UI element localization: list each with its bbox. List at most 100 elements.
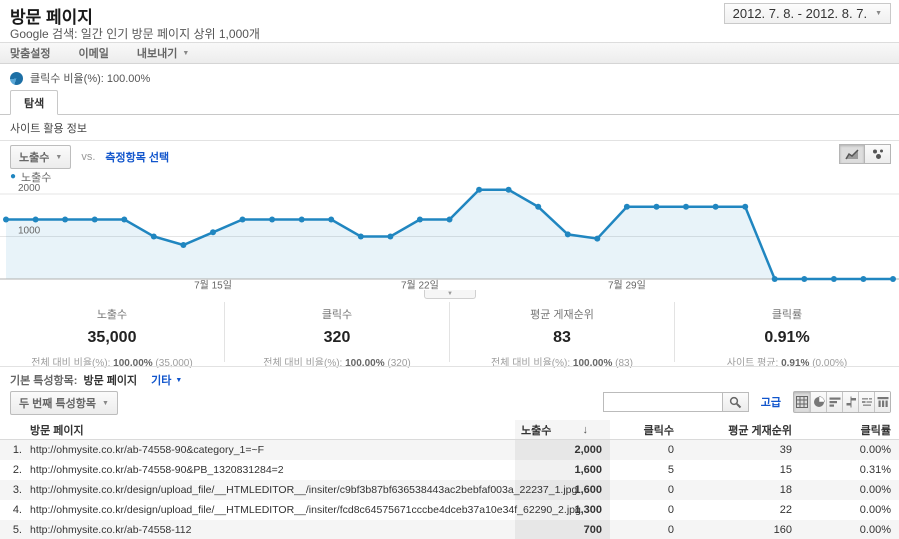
table-row: 5. http://ohmysite.co.kr/ab-74558-112 70… — [0, 520, 899, 539]
report-subtitle: Google 검색: 일간 인기 방문 페이지 상위 1,000개 — [10, 25, 260, 42]
primary-dimension-value[interactable]: 방문 페이지 — [83, 372, 137, 388]
tab-explorer[interactable]: 탐색 — [10, 90, 58, 115]
table-row: 3. http://ohmysite.co.kr/design/upload_f… — [0, 480, 899, 500]
table-view-icon — [796, 396, 808, 408]
ctr-value: 0.00% — [800, 440, 899, 460]
clicks-value: 0 — [610, 440, 682, 460]
row-index: 5. — [0, 520, 30, 539]
chart-collapse-handle[interactable]: ▼ — [424, 290, 476, 299]
column-header-page[interactable]: 방문 페이지 — [0, 420, 515, 439]
ctr-value: 0.00% — [800, 480, 899, 500]
view-toggle-group — [793, 391, 891, 413]
stat-clicks: 클릭수 320 전체 대비 비율(%): 100.00% (320) — [224, 302, 449, 362]
column-header-clicks[interactable]: 클릭수 — [610, 420, 682, 439]
page-url-link[interactable]: http://ohmysite.co.kr/design/upload_file… — [30, 504, 581, 516]
table-body: 1. http://ohmysite.co.kr/ab-74558-90&cat… — [0, 440, 899, 539]
clicks-ratio-pie-icon — [10, 72, 23, 85]
chevron-down-icon: ▼ — [875, 10, 882, 17]
search-icon — [729, 396, 742, 409]
table-search-input[interactable] — [603, 392, 723, 412]
ctr-value: 0.31% — [800, 460, 899, 480]
avg-position-value: 15 — [682, 460, 800, 480]
avg-position-value: 160 — [682, 520, 800, 539]
percentage-view-button[interactable] — [810, 392, 826, 412]
customize-button[interactable]: 맞춤설정 — [10, 45, 50, 61]
line-chart-toggle-button[interactable] — [839, 144, 865, 164]
stat-avg-position: 평균 게재순위 83 전체 대비 비율(%): 100.00% (83) — [449, 302, 674, 362]
email-button[interactable]: 이메일 — [78, 45, 108, 61]
table-header-row: 방문 페이지 노출수 ↓ 클릭수 평균 게재순위 클릭률 — [0, 420, 899, 440]
row-index: 1. — [0, 440, 30, 460]
ctr-value: 0.00% — [800, 520, 899, 539]
comparison-icon — [845, 396, 857, 408]
pivot-view-button[interactable] — [874, 392, 890, 412]
impressions-chart: 100020007월 15일7월 22일7월 29일 — [0, 183, 899, 291]
secondary-dimension-button[interactable]: 두 번째 특성항목 ▼ — [10, 391, 118, 415]
page-url-link[interactable]: http://ohmysite.co.kr/ab-74558-112 — [30, 524, 191, 536]
export-button[interactable]: 내보내기 ▼ — [137, 45, 189, 61]
impressions-value: 1,600 — [515, 460, 610, 480]
line-chart-icon — [845, 148, 860, 160]
clicks-value: 0 — [610, 520, 682, 539]
segment-chip[interactable]: 클릭수 비율(%): 100.00% — [10, 68, 150, 88]
segment-label: 클릭수 비율(%): 100.00% — [30, 70, 150, 86]
impressions-value: 2,000 — [515, 440, 610, 460]
svg-text:1000: 1000 — [18, 226, 41, 237]
stat-ctr: 클릭률 0.91% 사이트 평균: 0.91% (0.00%) — [674, 302, 899, 362]
landing-pages-table: 방문 페이지 노출수 ↓ 클릭수 평균 게재순위 클릭률 1. http://o… — [0, 420, 899, 539]
table-view-button[interactable] — [794, 392, 810, 412]
performance-view-button[interactable] — [826, 392, 842, 412]
row-index: 4. — [0, 500, 30, 520]
avg-position-value: 18 — [682, 480, 800, 500]
subtab-site-usage[interactable]: 사이트 활용 정보 — [10, 120, 87, 136]
table-row: 4. http://ohmysite.co.kr/design/upload_f… — [0, 500, 899, 520]
svg-text:7월 29일: 7월 29일 — [608, 280, 646, 292]
analytics-report-page: 방문 페이지 Google 검색: 일간 인기 방문 페이지 상위 1,000개… — [0, 0, 899, 539]
pie-chart-icon — [813, 396, 825, 408]
clicks-value: 0 — [610, 500, 682, 520]
page-url-link[interactable]: http://ohmysite.co.kr/ab-74558-90&PB_132… — [30, 464, 284, 476]
report-tabs: 탐색 — [0, 93, 899, 115]
chevron-down-icon: ▼ — [175, 377, 182, 384]
motion-chart-icon — [871, 148, 885, 160]
avg-position-value: 22 — [682, 500, 800, 520]
motion-chart-toggle-button[interactable] — [865, 144, 891, 164]
page-url-link[interactable]: http://ohmysite.co.kr/design/upload_file… — [30, 484, 577, 496]
bar-chart-icon — [829, 396, 841, 408]
summary-stats-row: 노출수 35,000 전체 대비 비율(%): 100.00% (35,000)… — [0, 302, 899, 362]
row-index: 2. — [0, 460, 30, 480]
term-cloud-view-button[interactable] — [858, 392, 874, 412]
chart-controls: 노출수 ▼ vs. 측정항목 선택 — [10, 146, 169, 168]
divider — [0, 140, 899, 141]
svg-text:2000: 2000 — [18, 183, 41, 194]
page-url-link[interactable]: http://ohmysite.co.kr/ab-74558-90&catego… — [30, 444, 264, 456]
chart-type-toggle-group — [839, 144, 891, 164]
date-range-selector[interactable]: 2012. 7. 8. - 2012. 8. 7. ▼ — [724, 3, 891, 24]
primary-dimension-label: 기본 특성항목: — [10, 372, 77, 388]
comparison-view-button[interactable] — [842, 392, 858, 412]
pivot-icon — [877, 396, 889, 408]
select-metric-link[interactable]: 측정항목 선택 — [105, 149, 169, 165]
svg-text:7월 15일: 7월 15일 — [194, 280, 232, 292]
column-header-avg-position[interactable]: 평균 게재순위 — [682, 420, 800, 439]
advanced-search-link[interactable]: 고급 — [761, 394, 781, 410]
column-header-ctr[interactable]: 클릭률 — [800, 420, 899, 439]
vs-label: vs. — [81, 151, 95, 163]
ctr-value: 0.00% — [800, 500, 899, 520]
impressions-chart-svg: 100020007월 15일7월 22일7월 29일 — [0, 183, 899, 291]
legend-dot-icon: ● — [10, 172, 16, 182]
metric-dropdown[interactable]: 노출수 ▼ — [10, 145, 71, 169]
chevron-down-icon: ▼ — [55, 154, 62, 161]
divider — [0, 366, 899, 367]
report-toolbar: 맞춤설정 이메일 내보내기 ▼ — [0, 42, 899, 64]
impressions-value: 700 — [515, 520, 610, 539]
search-button[interactable] — [723, 392, 749, 412]
chevron-down-icon: ▼ — [102, 400, 109, 407]
chevron-down-icon: ▼ — [182, 50, 189, 57]
date-range-text: 2012. 7. 8. - 2012. 8. 7. — [733, 6, 867, 21]
clicks-value: 5 — [610, 460, 682, 480]
column-header-impressions[interactable]: 노출수 ↓ — [515, 420, 610, 439]
other-dimensions-link[interactable]: 기타 ▼ — [151, 372, 182, 388]
term-cloud-icon — [861, 396, 873, 408]
table-controls-row: 두 번째 특성항목 ▼ 고급 — [0, 391, 899, 415]
